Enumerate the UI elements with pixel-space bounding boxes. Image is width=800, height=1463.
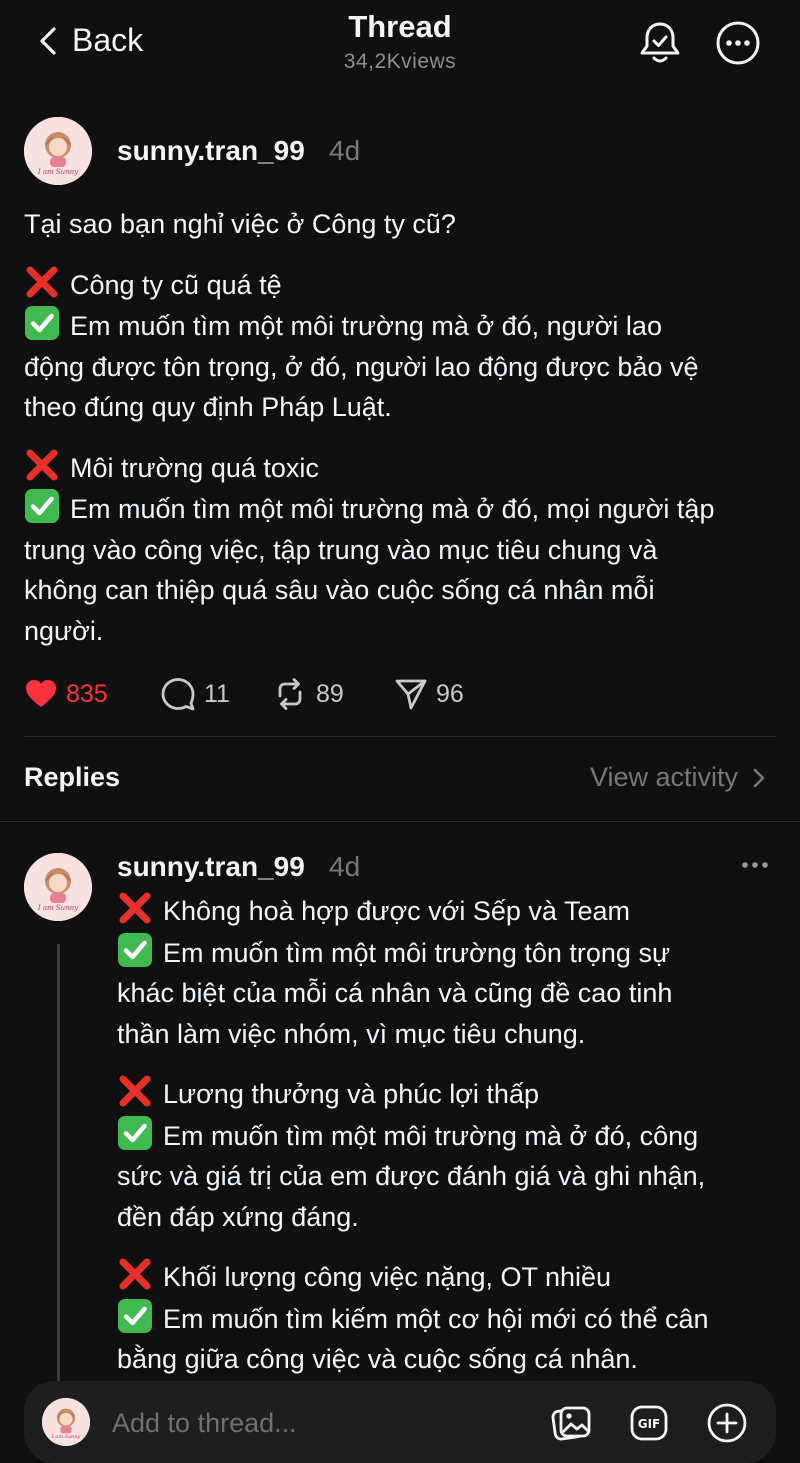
- plus-circle-icon[interactable]: [705, 1401, 749, 1445]
- view-activity-label: View activity: [589, 762, 738, 792]
- post-body: Tại sao bạn nghỉ việc ở Công ty cũ? Công…: [24, 204, 780, 670]
- bell-icon[interactable]: [637, 20, 683, 66]
- post-question-paragraph: Tại sao bạn nghỉ việc ở Công ty cũ?: [24, 204, 780, 245]
- bad-reason: Lương thưởng và phúc lợi thấp: [163, 1079, 539, 1109]
- repost-count: 89: [316, 679, 344, 708]
- post-username[interactable]: sunny.tran_99: [117, 135, 305, 167]
- replies-heading: Replies: [24, 762, 121, 792]
- divider: [24, 736, 776, 737]
- thread-composer: GIF: [24, 1381, 776, 1463]
- reply-time: 4d: [329, 851, 361, 882]
- reply-block: Lương thưởng và phúc lợi thấp Em muốn tì…: [117, 1073, 777, 1237]
- more-dots-icon[interactable]: [740, 855, 770, 875]
- comment-icon: [161, 678, 195, 711]
- good-reason-line: theo đúng quy định Pháp Luật.: [24, 392, 392, 422]
- reply-username[interactable]: sunny.tran_99: [117, 851, 305, 883]
- post-question: Tại sao bạn nghỉ việc ở Công ty cũ?: [24, 209, 456, 239]
- reply-avatar[interactable]: [24, 853, 92, 921]
- cross-mark-icon: [24, 264, 60, 300]
- gif-icon[interactable]: GIF: [627, 1401, 671, 1445]
- good-reason-line: Em muốn tìm một môi trường mà ở đó, công: [163, 1120, 699, 1151]
- more-circle-icon[interactable]: [715, 20, 761, 66]
- good-reason-line: động được tôn trọng, ở đó, người lao độn…: [24, 351, 699, 382]
- good-reason-line: Em muốn tìm một môi trường mà ở đó, ngườ…: [70, 311, 662, 341]
- like-count: 835: [66, 679, 108, 708]
- check-mark-icon: [117, 932, 153, 968]
- good-reason-line: Em muốn tìm một môi trường mà ở đó, mọi …: [70, 494, 715, 524]
- check-mark-icon: [117, 1298, 153, 1334]
- post-block: Công ty cũ quá tệ Em muốn tìm một môi tr…: [24, 264, 780, 428]
- bad-reason: Không hoà hợp được với Sếp và Team: [163, 896, 630, 926]
- comment-button[interactable]: 11: [160, 672, 230, 716]
- bad-reason: Công ty cũ quá tệ: [70, 269, 282, 300]
- add-to-thread-input[interactable]: [110, 1399, 534, 1447]
- good-reason-line: Em muốn tìm một môi trường tôn trọng sự: [163, 937, 671, 968]
- post-time: 4d: [329, 135, 361, 166]
- check-mark-icon: [117, 1115, 153, 1151]
- post-block: Môi trường quá toxic Em muốn tìm một môi…: [24, 447, 780, 652]
- repost-button[interactable]: 89: [272, 672, 344, 716]
- avatar[interactable]: [24, 117, 92, 185]
- share-icon: [395, 679, 427, 710]
- top-nav-bar: Back Thread 34,2Kviews: [0, 0, 800, 100]
- heart-icon: [26, 680, 56, 707]
- check-mark-icon: [24, 488, 60, 524]
- good-reason-line: sức và giá trị của em được đánh giá và g…: [117, 1161, 706, 1191]
- cross-mark-icon: [117, 890, 153, 926]
- cross-mark-icon: [24, 447, 60, 483]
- like-button[interactable]: 835: [24, 672, 108, 716]
- divider: [0, 821, 800, 822]
- check-mark-icon: [24, 305, 60, 341]
- share-count: 96: [436, 679, 464, 708]
- bad-reason: Khối lượng công việc nặng, OT nhiều: [163, 1262, 612, 1292]
- chevron-right-icon: [753, 768, 765, 787]
- good-reason-line: thần làm việc nhóm, vì mục tiêu chung.: [117, 1018, 586, 1049]
- repost-icon: [278, 678, 302, 710]
- comment-count: 11: [204, 679, 230, 708]
- share-button[interactable]: 96: [394, 672, 464, 716]
- cross-mark-icon: [117, 1073, 153, 1109]
- cross-mark-icon: [117, 1256, 153, 1292]
- good-reason-line: đền đáp xứng đáng.: [117, 1201, 359, 1232]
- good-reason-line: trung vào công việc, tập trung vào mục t…: [24, 534, 658, 565]
- reply-block: Không hoà hợp được với Sếp và Team Em mu…: [117, 890, 777, 1054]
- thread-connector-line: [57, 944, 60, 1384]
- view-activity-link[interactable]: View activity: [590, 762, 766, 793]
- good-reason-line: khác biệt của mỗi cá nhân và cũng đề cao…: [117, 978, 673, 1008]
- bad-reason: Môi trường quá toxic: [70, 452, 319, 483]
- good-reason-line: không can thiệp quá sâu vào cuộc sống cá…: [24, 575, 655, 605]
- good-reason-line: người.: [24, 615, 104, 646]
- reply-body: Không hoà hợp được với Sếp và Team Em mu…: [117, 890, 777, 1399]
- good-reason-line: Em muốn tìm kiếm một cơ hội mới có thể c…: [163, 1303, 709, 1334]
- good-reason-line: bằng giữa công việc và cuộc sống cá nhân…: [117, 1344, 638, 1374]
- reply-block: Khối lượng công việc nặng, OT nhiều Em m…: [117, 1256, 777, 1380]
- svg-text:GIF: GIF: [638, 1417, 661, 1431]
- image-icon[interactable]: [550, 1401, 594, 1445]
- composer-avatar: [42, 1398, 90, 1446]
